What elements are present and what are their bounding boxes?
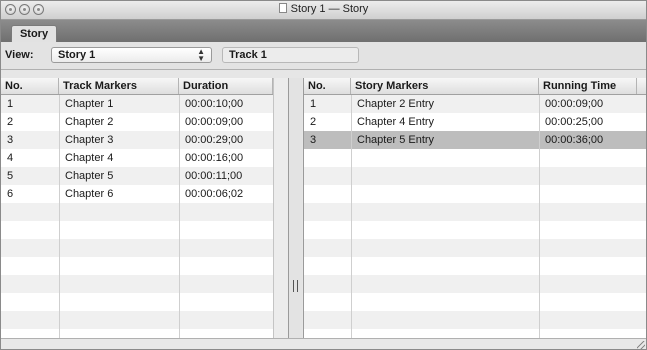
table-cell: Chapter 5 (65, 170, 114, 182)
track-table-scrollbar[interactable] (273, 78, 288, 338)
table-cell: 3 (310, 134, 317, 146)
column-header-running-time[interactable]: Running Time (539, 78, 637, 94)
story-markers-table: No. Story Markers Running Time 1 Chapter … (303, 78, 646, 338)
table-cell: Chapter 4 (65, 152, 114, 164)
table-row[interactable]: 1 Chapter 2 Entry 00:00:09;00 (304, 95, 646, 113)
empty-table-row (304, 275, 646, 293)
track-field: Track 1 (222, 47, 359, 63)
table-cell: 00:00:06;02 (185, 188, 244, 200)
table-row[interactable]: 2 Chapter 4 Entry 00:00:25;00 (304, 113, 646, 131)
empty-table-row (304, 149, 646, 167)
column-divider (539, 95, 540, 338)
empty-table-row (304, 329, 646, 338)
table-cell: 00:00:10;00 (185, 98, 244, 110)
table-cell: Chapter 6 (65, 188, 114, 200)
empty-table-row (1, 329, 288, 338)
table-cell: 00:00:36;00 (545, 134, 604, 146)
story-window: Story 1 — Story Story View: Story 1 ▲ ▼ T… (0, 0, 647, 350)
table-cell: 00:00:16;00 (185, 152, 244, 164)
empty-table-row (1, 257, 288, 275)
story-table-header: No. Story Markers Running Time (304, 78, 646, 95)
empty-table-row (304, 311, 646, 329)
column-header-no[interactable]: No. (1, 78, 59, 94)
table-cell: 00:00:29;00 (185, 134, 244, 146)
view-popup[interactable]: Story 1 ▲ ▼ (51, 47, 212, 63)
empty-table-row (1, 203, 288, 221)
empty-table-row (1, 311, 288, 329)
title-bar[interactable]: Story 1 — Story (1, 1, 646, 20)
table-cell: Chapter 2 (65, 116, 114, 128)
table-cell: Chapter 2 Entry (357, 98, 435, 110)
empty-table-row (1, 239, 288, 257)
tab-story[interactable]: Story (11, 25, 57, 42)
story-table-body: 1 Chapter 2 Entry 00:00:09;00 2 Chapter 4 En… (304, 95, 646, 338)
column-divider (351, 95, 352, 338)
tab-bar: Story (1, 20, 646, 42)
table-cell: 3 (7, 134, 14, 146)
view-popup-value: Story 1 (58, 49, 96, 61)
up-down-arrows-icon: ▲ ▼ (197, 47, 205, 63)
split-view-divider[interactable] (289, 78, 302, 338)
track-table-header: No. Track Markers Duration (1, 78, 288, 95)
empty-table-row (304, 239, 646, 257)
table-cell: 1 (310, 98, 317, 110)
window-title: Story 1 — Story (1, 3, 646, 15)
table-cell: Chapter 3 (65, 134, 114, 146)
table-cell: 00:00:09;00 (545, 98, 604, 110)
empty-table-row (1, 221, 288, 239)
toolbar: View: Story 1 ▲ ▼ Track 1 (1, 42, 646, 70)
view-label: View: (5, 49, 34, 61)
empty-table-row (304, 221, 646, 239)
table-row[interactable]: 4 Chapter 4 00:00:16;00 (1, 149, 288, 167)
split-handle-icon[interactable] (293, 280, 298, 292)
resize-grip-icon[interactable] (637, 341, 645, 349)
table-row[interactable]: 5 Chapter 5 00:00:11;00 (1, 167, 288, 185)
empty-table-row (304, 293, 646, 311)
table-cell: Chapter 5 Entry (357, 134, 435, 146)
table-cell: 5 (7, 170, 14, 182)
empty-table-row (1, 293, 288, 311)
table-row[interactable]: 1 Chapter 1 00:00:10;00 (1, 95, 288, 113)
table-cell: 00:00:09;00 (185, 116, 244, 128)
document-icon (278, 3, 287, 13)
column-divider (179, 95, 180, 338)
empty-table-row (304, 185, 646, 203)
table-cell: Chapter 1 (65, 98, 114, 110)
table-row[interactable]: 3 Chapter 3 00:00:29;00 (1, 131, 288, 149)
table-cell: 4 (7, 152, 14, 164)
table-cell: 2 (310, 116, 317, 128)
empty-table-row (304, 203, 646, 221)
empty-table-row (304, 167, 646, 185)
table-cell: 00:00:25;00 (545, 116, 604, 128)
table-row[interactable]: 2 Chapter 2 00:00:09;00 (1, 113, 288, 131)
status-bar (1, 338, 646, 349)
table-row[interactable]: 3 Chapter 5 Entry 00:00:36;00 (304, 131, 646, 149)
table-cell: 1 (7, 98, 14, 110)
table-row[interactable]: 6 Chapter 6 00:00:06;02 (1, 185, 288, 203)
track-markers-table: No. Track Markers Duration 1 Chapter 1 00:… (1, 78, 289, 338)
empty-table-row (1, 275, 288, 293)
table-cell: Chapter 4 Entry (357, 116, 435, 128)
column-header-track-markers[interactable]: Track Markers (59, 78, 179, 94)
track-table-body: 1 Chapter 1 00:00:10;00 2 Chapter 2 00:00:09;… (1, 95, 288, 338)
column-divider (59, 95, 60, 338)
table-cell: 2 (7, 116, 14, 128)
column-header-duration[interactable]: Duration (179, 78, 273, 94)
window-title-text: Story 1 — Story (290, 3, 369, 15)
column-header-story-markers[interactable]: Story Markers (351, 78, 539, 94)
table-cell: 6 (7, 188, 14, 200)
empty-table-row (304, 257, 646, 275)
table-cell: 00:00:11;00 (185, 170, 243, 182)
column-header-no[interactable]: No. (304, 78, 351, 94)
